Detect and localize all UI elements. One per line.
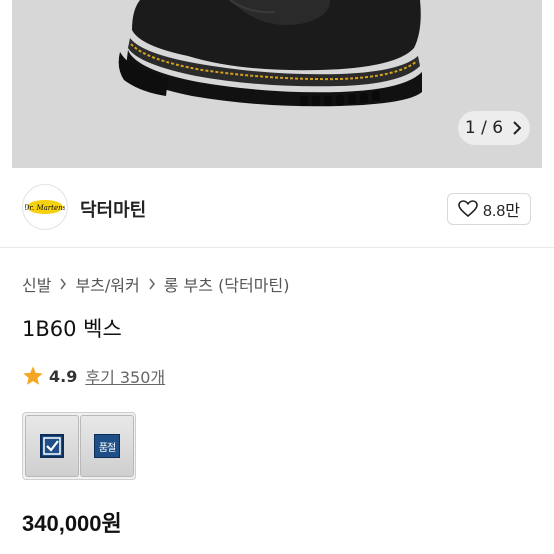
chevron-right-icon: [513, 121, 522, 135]
option-check-button[interactable]: [25, 415, 79, 477]
dr-martens-logo-icon: Dr. Martens: [25, 200, 65, 214]
rating-score: 4.9: [49, 366, 78, 386]
chevron-right-icon: [60, 278, 67, 290]
breadcrumb-item-shoes[interactable]: 신발: [22, 272, 51, 296]
heart-icon: [458, 200, 478, 218]
product-title: 1B60 벡스: [22, 317, 122, 341]
checkbox-icon: [40, 434, 64, 458]
product-image-carousel[interactable]: 1 / 6: [0, 0, 554, 168]
option-soldout-button[interactable]: 품절: [80, 415, 134, 477]
image-counter[interactable]: 1 / 6: [458, 111, 530, 145]
like-button[interactable]: 8.8만: [447, 193, 531, 225]
breadcrumb-item-long-boots[interactable]: 롱 부츠 (닥터마틴): [164, 272, 290, 296]
shop-name[interactable]: 닥터마틴: [80, 196, 146, 222]
soldout-badge: 품절: [94, 434, 120, 458]
chevron-right-icon: [149, 278, 155, 290]
svg-text:Dr. Martens: Dr. Martens: [25, 204, 65, 212]
rating-row: 4.9 후기 350개: [22, 364, 165, 388]
reviews-link[interactable]: 후기 350개: [85, 364, 165, 388]
breadcrumb-item-boots[interactable]: 부츠/워커: [75, 272, 139, 296]
shop-logo[interactable]: Dr. Martens: [22, 184, 68, 230]
like-count: 8.8만: [483, 203, 520, 220]
product-price: 340,000원: [22, 511, 122, 536]
star-icon: [23, 366, 43, 385]
breadcrumb: 신발 부츠/워커 롱 부츠 (닥터마틴): [22, 272, 289, 296]
image-counter-text: 1 / 6: [464, 118, 504, 138]
option-selector: 품절: [22, 412, 136, 480]
